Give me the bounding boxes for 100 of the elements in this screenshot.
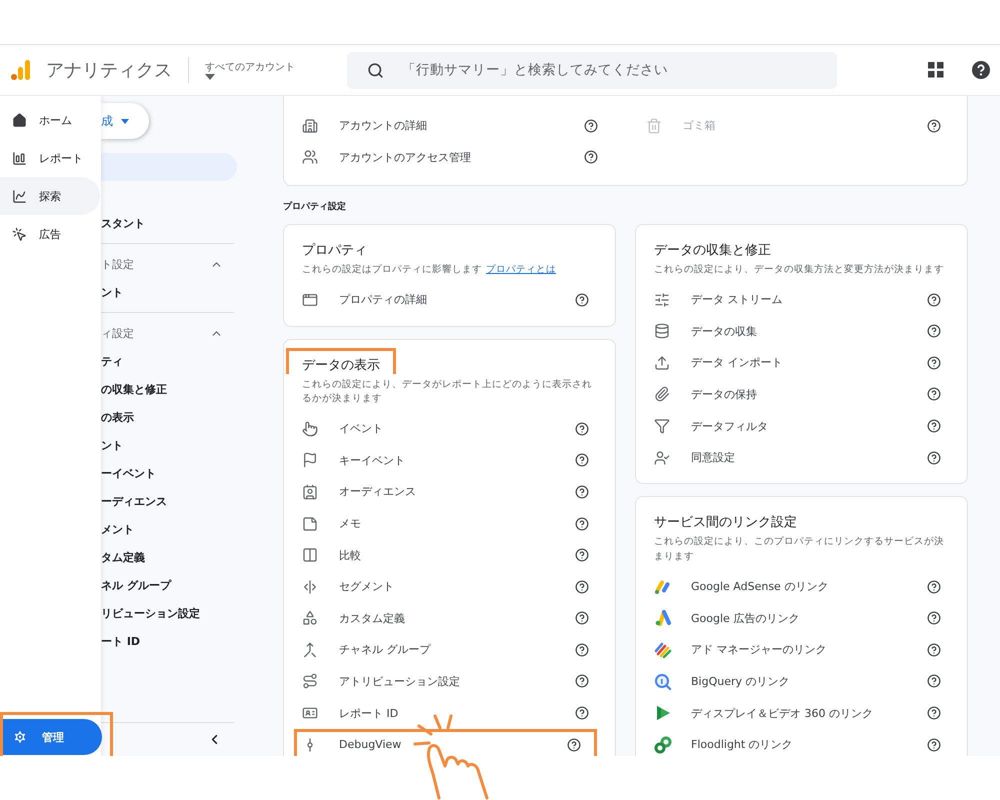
card-title: プロパティ [302,242,367,260]
help-icon[interactable] [927,292,941,307]
help-icon[interactable] [927,450,941,465]
help-icon[interactable] [927,611,941,626]
help-icon[interactable] [575,611,589,626]
settings-link[interactable]: ディスプレイ＆ビデオ 360 のリンク [691,706,927,721]
card-title: データの収集と修正 [654,242,771,260]
help-icon[interactable] [575,484,589,499]
help-icon[interactable] [927,118,941,133]
help-icon[interactable] [575,642,589,657]
sidebar-item[interactable]: ント [101,431,237,459]
settings-link[interactable]: DebugView [339,738,567,752]
help-icon[interactable] [927,356,941,370]
settings-link[interactable]: データ インポート [691,355,927,370]
help-icon[interactable] [927,387,941,402]
settings-link[interactable]: Floodlight のリンク [691,737,927,752]
help-icon[interactable] [927,674,941,688]
settings-link[interactable]: 同意設定 [691,450,927,466]
sidebar-item[interactable]: ーディエンス [101,487,237,515]
section-heading: プロパティ設定 [283,200,347,214]
help-icon[interactable] [584,118,598,133]
nav-item[interactable]: 探索 [0,177,100,215]
settings-link[interactable]: アカウントの詳細 [339,118,584,134]
help-icon[interactable] [927,706,941,720]
section-header[interactable]: ト設定 [101,250,237,278]
settings-link[interactable]: アカウントのアクセス管理 [339,150,584,165]
help-icon[interactable] [584,150,598,164]
help-icon[interactable] [575,580,589,594]
settings-link[interactable]: アド マネージャーのリンク [691,642,927,658]
settings-link[interactable]: 比較 [339,548,575,563]
settings-link[interactable]: プロパティの詳細 [339,292,575,308]
sidebar-item[interactable]: ント [101,278,237,306]
sidebar-item[interactable]: タム定義 [101,543,237,571]
help-icon[interactable] [927,324,941,338]
dropdown-caret-icon [121,118,129,124]
apps-grid-icon[interactable] [928,62,944,78]
settings-link[interactable]: オーディエンス [339,484,575,500]
route-icon [302,673,318,690]
help-icon[interactable] [575,674,589,688]
account-picker[interactable]: すべてのアカウント [205,60,295,74]
card-description: これらの設定はプロパティに影響します プロパティとは [302,263,557,278]
settings-link[interactable]: アトリビューション設定 [339,674,575,689]
help-icon[interactable] [927,419,941,434]
chain-logo-icon [654,736,672,754]
settings-link[interactable]: セグメント [339,579,575,594]
help-icon[interactable] [575,706,589,720]
sidebar-item[interactable]: ティ [101,347,237,375]
nav-item[interactable]: ホーム [0,101,100,139]
sidebar-item[interactable]: スタント [101,209,237,237]
sidebar-item[interactable]: の収集と修正 [101,375,237,403]
pointer-icon [302,420,318,437]
card-description: これらの設定により、このプロパティにリンクするサービスが決まります [654,535,945,564]
nav-item[interactable]: レポート [0,139,100,177]
filter-icon [654,418,670,434]
people-icon [302,149,318,166]
settings-link[interactable]: Google 広告のリンク [691,610,927,626]
settings-link[interactable]: レポート ID [339,706,575,721]
card-title: サービス間のリンク設定 [654,514,797,532]
help-icon[interactable] [575,548,589,562]
settings-link[interactable]: データの保持 [691,386,927,402]
help-icon[interactable] [927,738,941,752]
sidebar-item[interactable]: ネル グループ [101,571,237,599]
help-icon[interactable] [575,453,589,468]
sidebar-item[interactable]: リビューション設定 [101,599,237,627]
dropdown-caret-icon[interactable] [205,74,215,80]
sidebar-item[interactable]: の表示 [101,403,237,431]
bar-chart-icon [12,150,27,166]
sidebar-item[interactable]: メント [101,515,237,543]
help-icon[interactable] [567,738,581,752]
window-icon [302,292,318,308]
nav-item[interactable]: 広告 [0,215,100,253]
settings-link[interactable]: キーイベント [339,452,575,468]
user-check-icon [654,450,670,466]
settings-link[interactable]: データの収集 [691,324,927,339]
admin-button[interactable]: 管理 [3,719,102,755]
help-icon[interactable] [927,642,941,657]
settings-link[interactable]: データフィルタ [691,418,927,434]
help-icon[interactable] [927,580,941,594]
settings-link[interactable]: カスタム定義 [339,610,575,626]
search-field[interactable]: 「行動サマリー」と検索してみてください [347,52,837,88]
settings-link[interactable]: メモ [339,516,575,532]
section-header[interactable]: ィ設定 [101,319,237,347]
settings-link[interactable]: イベント [339,421,575,436]
help-link[interactable]: プロパティとは [486,264,556,276]
help-icon[interactable] [575,516,589,531]
settings-link[interactable]: BigQuery のリンク [691,674,927,689]
sidebar-item[interactable]: ート ID [101,627,237,655]
note-icon [302,516,318,532]
settings-link[interactable]: チャネル グループ [339,642,575,658]
trash-icon [646,118,662,134]
create-button[interactable]: 成 [101,103,149,139]
sidebar-item[interactable]: ーイベント [101,459,237,487]
settings-link[interactable]: Google AdSense のリンク [691,579,927,594]
adsense-logo-icon [654,578,672,595]
database-icon [654,323,670,340]
merge-arrow-icon [302,642,318,658]
settings-link[interactable]: データ ストリーム [691,292,927,308]
help-icon[interactable] [575,422,589,436]
help-icon[interactable] [972,61,990,79]
help-icon[interactable] [575,292,589,307]
